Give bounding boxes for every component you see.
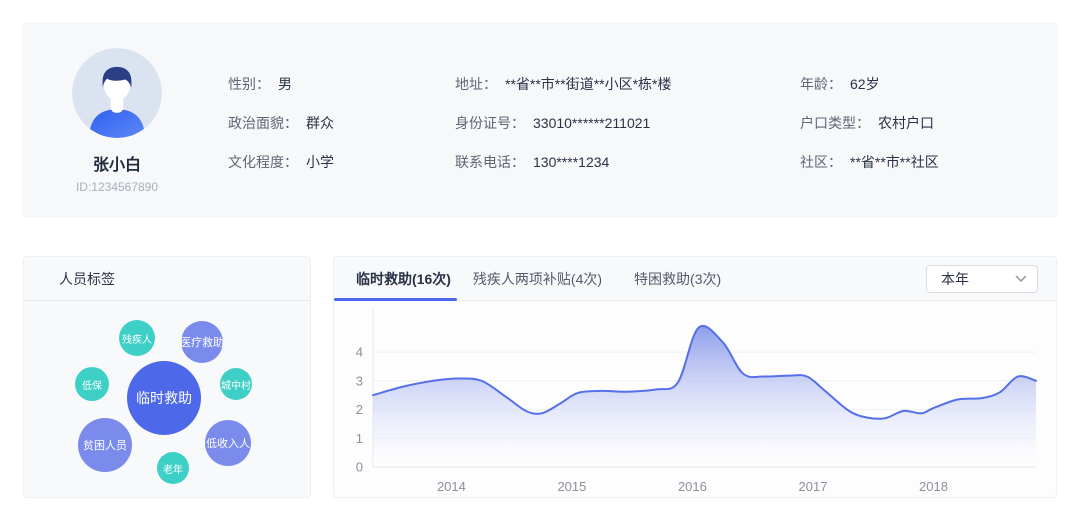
- svg-text:4: 4: [356, 345, 363, 360]
- tag-bubble[interactable]: 贫困人员: [78, 418, 132, 472]
- avatar-column: 张小白 ID:1234567890: [22, 22, 212, 218]
- profile-field: 政治面貌： 群众: [228, 113, 455, 133]
- field-value: 男: [278, 74, 292, 94]
- profile-field: 联系电话： 130****1234: [455, 152, 800, 172]
- tag-bubble-label: 城中村: [221, 377, 251, 392]
- svg-text:3: 3: [356, 373, 363, 388]
- person-name: 张小白: [93, 151, 141, 175]
- tag-bubble[interactable]: 临时救助: [127, 361, 201, 435]
- tag-bubble[interactable]: 医疗救助: [181, 321, 223, 363]
- svg-text:2015: 2015: [557, 479, 586, 494]
- field-value: 群众: [306, 113, 334, 133]
- tag-bubble[interactable]: 低收入人: [205, 420, 251, 466]
- field-label: 身份证号：: [455, 113, 525, 133]
- tag-bubble[interactable]: 残疾人: [119, 320, 155, 356]
- tab-label: 残疾人两项补贴(4次): [473, 271, 602, 287]
- person-avatar-icon: [72, 48, 162, 138]
- field-label: 年龄：: [800, 74, 842, 94]
- svg-text:2018: 2018: [919, 479, 948, 494]
- person-id: ID:1234567890: [76, 180, 158, 194]
- tag-bubble[interactable]: 低保: [75, 367, 109, 401]
- svg-text:1: 1: [356, 431, 363, 446]
- assistance-panel: 临时救助(16次) 残疾人两项补贴(4次) 特困救助(3次) 本年 0 1 2 3 4 201…: [333, 256, 1057, 498]
- tags-panel-header: 人员标签: [24, 257, 310, 301]
- field-value: 33010******211021: [533, 113, 650, 133]
- tag-bubble-label: 老年: [163, 461, 183, 476]
- field-value: 130****1234: [533, 152, 609, 172]
- year-filter-value: 本年: [941, 269, 969, 289]
- field-label: 地址：: [455, 74, 497, 94]
- profile-field: 文化程度： 小学: [228, 152, 455, 172]
- field-value: 62岁: [850, 74, 880, 94]
- field-label: 文化程度：: [228, 152, 298, 172]
- field-value: 农村户口: [878, 113, 934, 133]
- field-label: 联系电话：: [455, 152, 525, 172]
- field-label: 政治面貌：: [228, 113, 298, 133]
- person-tags-panel: 人员标签 残疾人 医疗救助低保 城中村临时救助贫困人员 低收入人老年: [23, 256, 311, 498]
- tag-bubble-label: 低保: [82, 377, 102, 392]
- profile-field: 户口类型： 农村户口: [800, 113, 1040, 133]
- profile-fields: 性别： 男政治面貌： 群众文化程度： 小学 地址： **省**市**街道**小区*栋*楼身…: [212, 22, 1058, 218]
- tag-bubble[interactable]: 老年: [157, 452, 189, 484]
- profile-field: 地址： **省**市**街道**小区*栋*楼: [455, 74, 800, 94]
- tag-bubble-label: 残疾人: [122, 331, 152, 346]
- tag-bubble-label: 低收入人: [206, 435, 250, 451]
- svg-text:2017: 2017: [799, 479, 828, 494]
- person-detail-page: 张小白 ID:1234567890 性别： 男政治面貌： 群众文化程度： 小学 地址： *…: [0, 0, 1080, 525]
- tag-bubble-label: 临时救助: [136, 388, 192, 408]
- active-tab-underline: [334, 298, 457, 301]
- profile-field: 社区： **省**市**社区: [800, 152, 1040, 172]
- profile-field: 年龄： 62岁: [800, 74, 1040, 94]
- svg-text:0: 0: [356, 460, 363, 475]
- tab-label: 临时救助(16次): [356, 271, 451, 287]
- tag-bubble-cloud: 残疾人 医疗救助低保 城中村临时救助贫困人员 低收入人老年: [24, 301, 310, 498]
- tab-1[interactable]: 残疾人两项补贴(4次): [457, 257, 618, 301]
- field-value: **省**市**街道**小区*栋*楼: [505, 74, 671, 94]
- profile-field: 性别： 男: [228, 74, 455, 94]
- assistance-tabs: 临时救助(16次) 残疾人两项补贴(4次) 特困救助(3次): [334, 257, 737, 301]
- field-value: 小学: [306, 152, 334, 172]
- chevron-down-icon: [1015, 275, 1027, 283]
- tag-bubble-label: 医疗救助: [180, 334, 224, 350]
- tag-bubble-label: 贫困人员: [83, 437, 127, 453]
- field-label: 社区：: [800, 152, 842, 172]
- profile-field-column: 地址： **省**市**街道**小区*栋*楼身份证号： 33010******211…: [455, 74, 800, 218]
- profile-card: 张小白 ID:1234567890 性别： 男政治面貌： 群众文化程度： 小学 地址： *…: [22, 22, 1058, 218]
- svg-text:2014: 2014: [437, 479, 466, 494]
- tab-2[interactable]: 特困救助(3次): [618, 257, 737, 301]
- profile-field-column: 年龄： 62岁户口类型： 农村户口社区： **省**市**社区: [800, 74, 1040, 218]
- tab-label: 特困救助(3次): [634, 271, 721, 287]
- field-label: 户口类型：: [800, 113, 870, 133]
- year-filter-select[interactable]: 本年: [926, 265, 1038, 293]
- avatar: [72, 48, 162, 138]
- tab-0[interactable]: 临时救助(16次): [334, 257, 457, 301]
- profile-field: 身份证号： 33010******211021: [455, 113, 800, 133]
- assistance-trend-chart: 0 1 2 3 4 2014 2015 2016 2017 2018: [334, 301, 1056, 497]
- tags-panel-title: 人员标签: [24, 269, 115, 289]
- field-label: 性别：: [228, 74, 270, 94]
- profile-field-column: 性别： 男政治面貌： 群众文化程度： 小学: [228, 74, 455, 218]
- assistance-panel-header: 临时救助(16次) 残疾人两项补贴(4次) 特困救助(3次) 本年: [334, 257, 1056, 301]
- tag-bubble[interactable]: 城中村: [220, 368, 252, 400]
- svg-text:2: 2: [356, 402, 363, 417]
- field-value: **省**市**社区: [850, 152, 939, 172]
- svg-text:2016: 2016: [678, 479, 707, 494]
